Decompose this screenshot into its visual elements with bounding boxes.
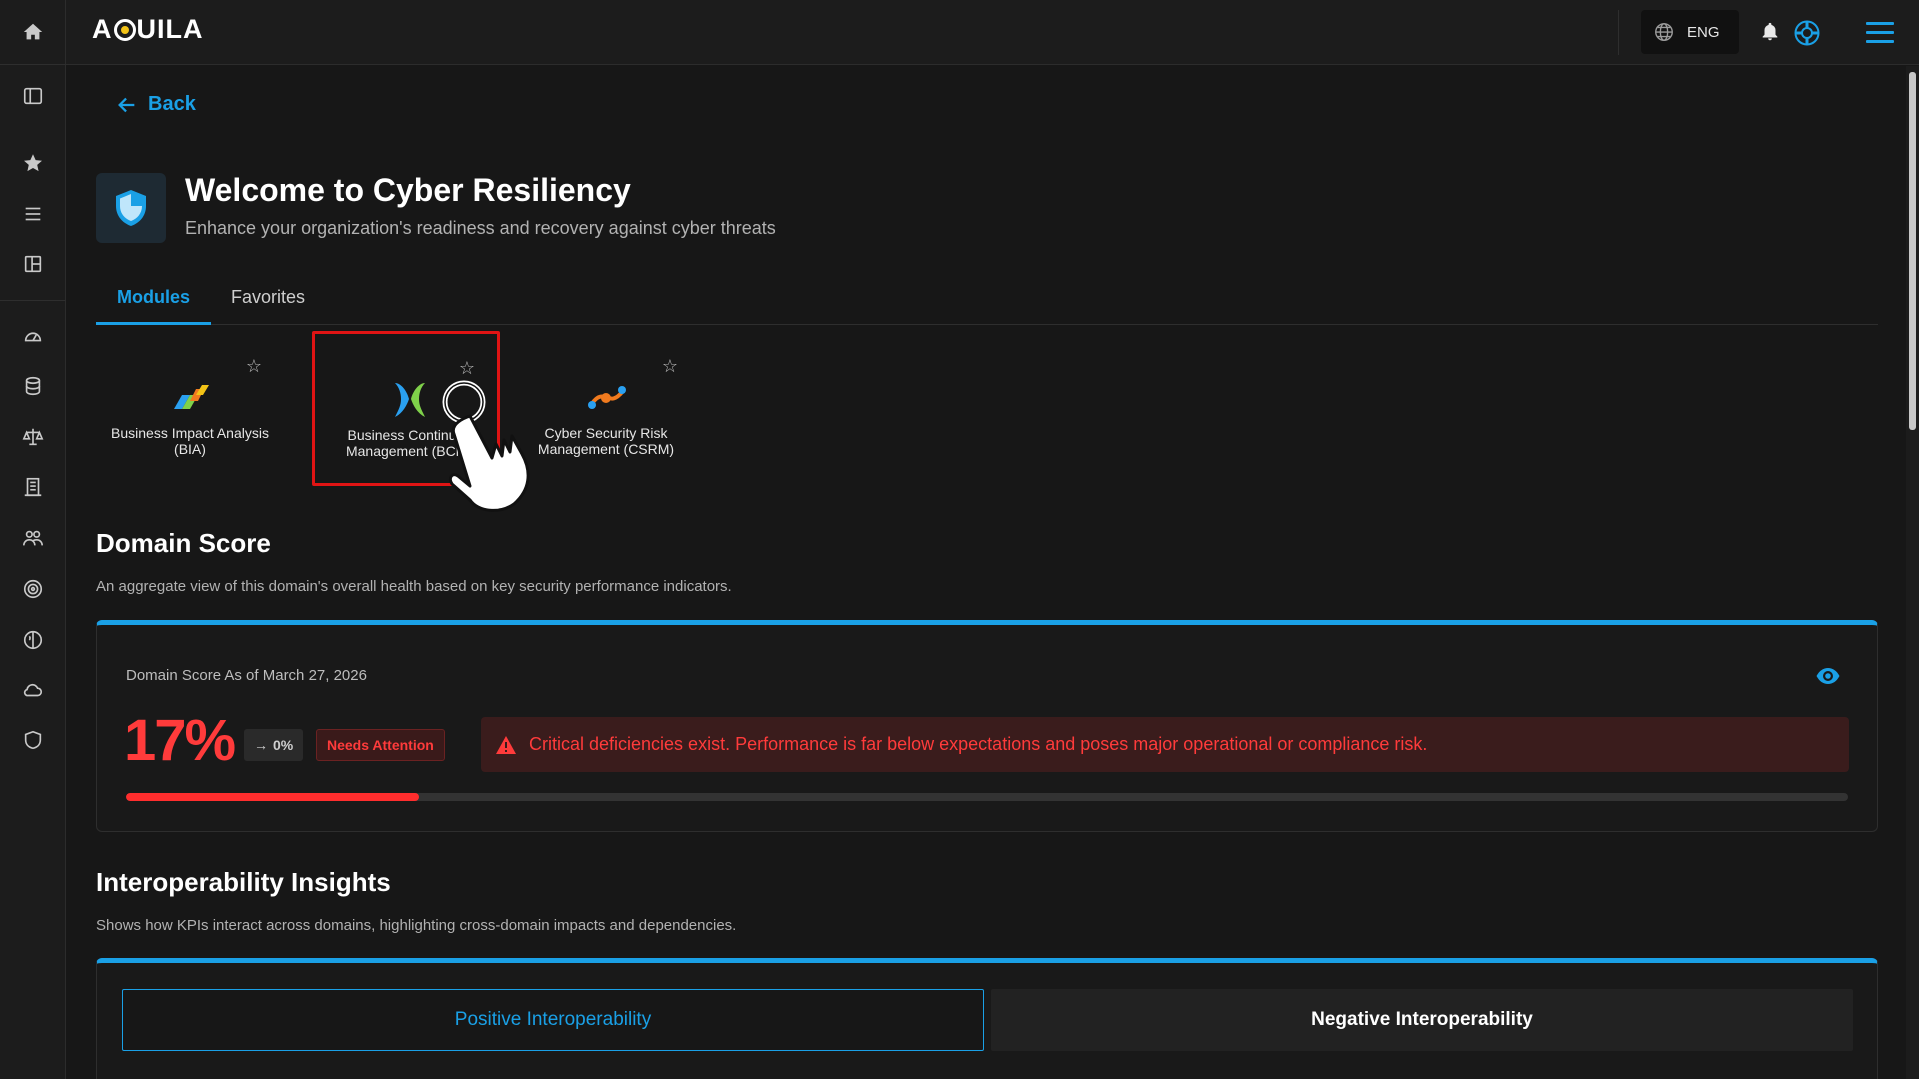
module-label: Business Continuity Management (BCM)	[345, 427, 473, 459]
score-trend-badge: → 0%	[244, 729, 304, 761]
language-selector[interactable]: ENG	[1641, 10, 1739, 54]
gauge-icon[interactable]	[17, 320, 49, 352]
favorite-star-icon[interactable]: ☆	[662, 356, 678, 377]
shield-icon[interactable]	[17, 724, 49, 756]
status-badge: Needs Attention	[316, 729, 445, 761]
arrow-right-icon: →	[254, 737, 268, 753]
critical-alert: Critical deficiencies exist. Performance…	[481, 717, 1849, 772]
menu-icon[interactable]	[1866, 22, 1894, 49]
eye-icon[interactable]	[1815, 663, 1841, 689]
tab-bar: Modules Favorites	[96, 283, 1878, 325]
module-card-bcm[interactable]: ☆ Business Continuity Management (BCM)	[312, 331, 500, 486]
alert-text: Critical deficiencies exist. Performance…	[529, 734, 1428, 754]
warning-icon	[496, 735, 516, 754]
page-scrollbar[interactable]	[1906, 66, 1919, 1079]
bell-icon[interactable]	[1759, 20, 1781, 49]
favorite-star-icon[interactable]: ☆	[246, 356, 262, 377]
logo-mark-icon	[113, 19, 136, 41]
module-label: Business Impact Analysis (BIA)	[111, 425, 269, 457]
domain-score-description: An aggregate view of this domain's overa…	[96, 578, 732, 595]
list-icon[interactable]	[17, 198, 49, 230]
score-percentage: 17%	[124, 708, 236, 773]
interoperability-card: Positive Interoperability Negative Inter…	[96, 958, 1878, 1079]
building-icon[interactable]	[17, 471, 49, 503]
brain-icon[interactable]	[17, 624, 49, 656]
score-date: Domain Score As of March 27, 2026	[126, 667, 367, 684]
layout-icon[interactable]	[17, 248, 49, 280]
users-icon[interactable]	[17, 522, 49, 554]
positive-interoperability-tab[interactable]: Positive Interoperability	[122, 989, 984, 1051]
interoperability-description: Shows how KPIs interact across domains, …	[96, 917, 737, 934]
module-label: Cyber Security Risk Management (CSRM)	[537, 425, 675, 457]
panel-toggle-icon[interactable]	[17, 80, 49, 112]
cloud-icon[interactable]	[17, 674, 49, 706]
back-label: Back	[148, 93, 196, 115]
module-card-bia[interactable]: ☆ Business Impact Analysis (BIA)	[96, 332, 284, 487]
module-card-csrm[interactable]: ☆ Cyber Security Risk Management (CSRM)	[512, 332, 700, 487]
bia-logo-icon	[174, 385, 209, 409]
app-logo[interactable]: A UILA	[92, 14, 204, 45]
bcm-logo-icon	[395, 383, 425, 417]
top-bar: A UILA ENG	[66, 0, 1919, 65]
arrow-left-icon	[118, 97, 135, 112]
tab-favorites[interactable]: Favorites	[231, 287, 305, 308]
page-subtitle: Enhance your organization's readiness an…	[185, 218, 776, 238]
shield-badge-icon	[96, 173, 166, 243]
help-globe-icon[interactable]	[1794, 20, 1820, 46]
page-title: Welcome to Cyber Resiliency	[185, 172, 631, 208]
csrm-logo-icon	[588, 386, 626, 409]
language-label: ENG	[1687, 23, 1720, 41]
interoperability-title: Interoperability Insights	[96, 867, 391, 897]
home-icon[interactable]	[17, 16, 49, 48]
score-progress-fill	[126, 793, 419, 801]
tab-modules[interactable]: Modules	[96, 287, 211, 325]
back-link[interactable]: Back	[116, 93, 196, 116]
favorite-star-icon[interactable]: ☆	[459, 358, 475, 379]
database-icon[interactable]	[17, 370, 49, 402]
left-sidebar	[0, 0, 66, 1079]
trend-value: 0%	[273, 737, 294, 753]
scale-icon[interactable]	[17, 421, 49, 453]
domain-score-title: Domain Score	[96, 528, 271, 558]
score-progress-bar	[126, 793, 1848, 801]
globe-icon	[1655, 23, 1673, 41]
domain-score-card: Domain Score As of March 27, 2026 17% → …	[96, 620, 1878, 832]
negative-interoperability-tab[interactable]: Negative Interoperability	[991, 989, 1853, 1051]
star-icon[interactable]	[17, 147, 49, 179]
scrollbar-thumb[interactable]	[1909, 72, 1916, 430]
target-icon[interactable]	[17, 573, 49, 605]
